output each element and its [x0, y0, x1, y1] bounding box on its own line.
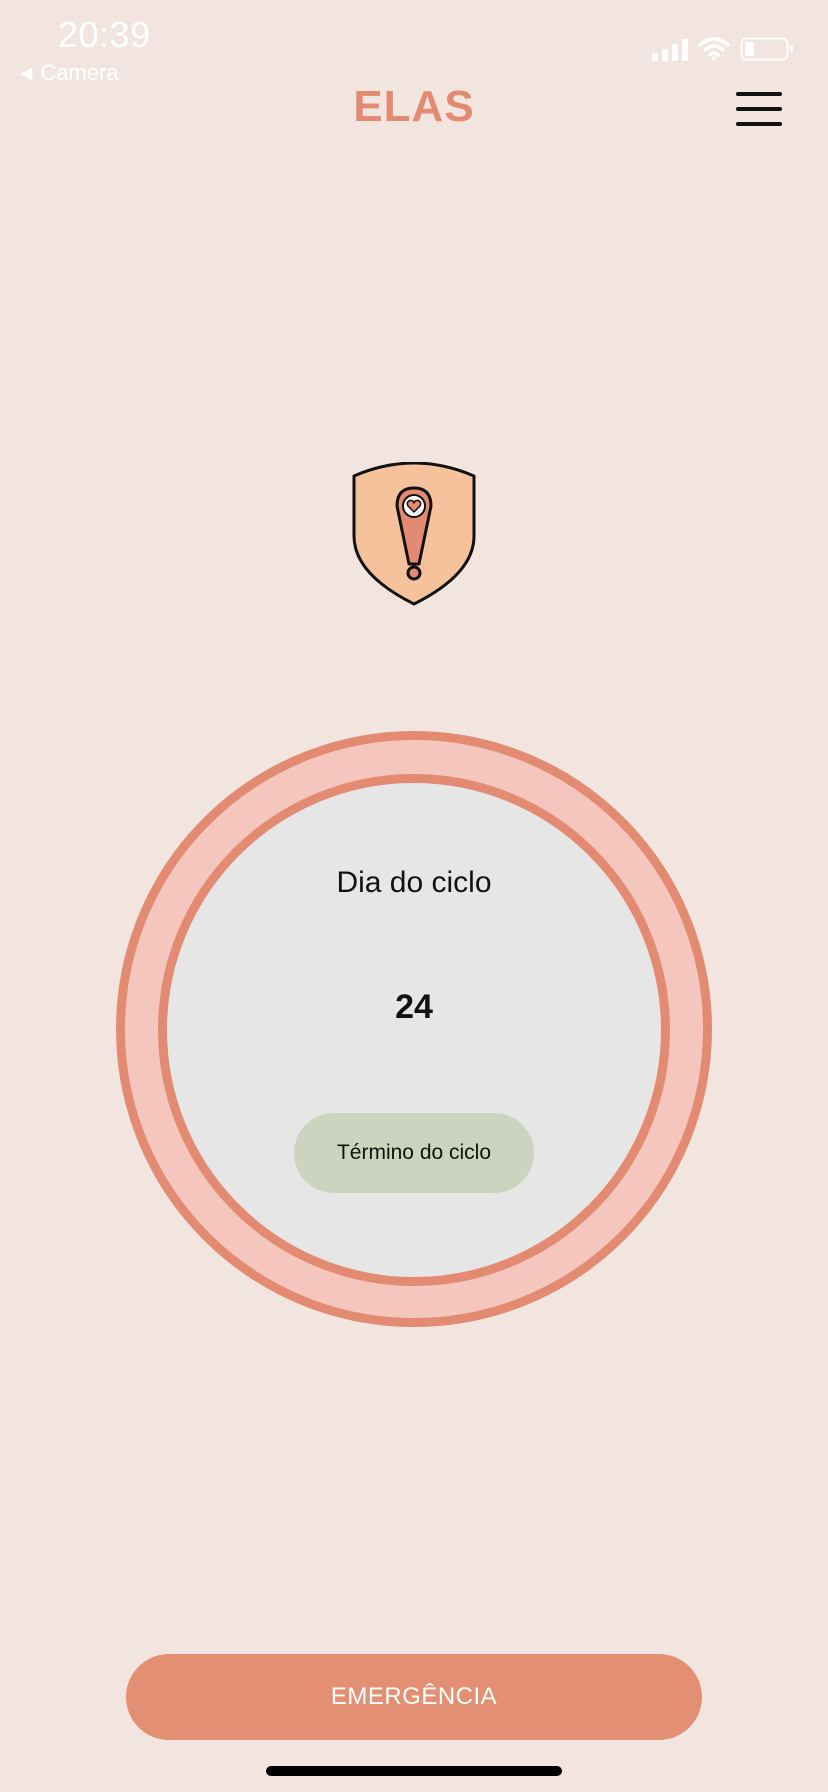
status-bar: 20:39 ◀ Camera — [0, 0, 828, 90]
cycle-inner-circle — [158, 774, 670, 1286]
home-indicator[interactable] — [266, 1766, 562, 1776]
end-cycle-button[interactable]: Término do ciclo — [294, 1113, 534, 1193]
status-time: 20:39 — [58, 14, 151, 55]
back-arrow-icon: ◀ — [20, 65, 33, 82]
status-indicators — [652, 36, 794, 62]
cycle-day-label: Dia do ciclo — [336, 866, 492, 899]
cellular-signal-icon — [652, 37, 688, 61]
battery-icon — [740, 37, 793, 61]
hamburger-menu-icon[interactable] — [736, 92, 782, 128]
app-title: ELAS — [353, 82, 475, 131]
emergency-button[interactable]: EMERGÊNCIA — [126, 1654, 702, 1740]
wifi-icon — [698, 37, 730, 61]
cycle-day-value: 24 — [395, 988, 433, 1026]
shield-alert-icon — [352, 462, 476, 606]
